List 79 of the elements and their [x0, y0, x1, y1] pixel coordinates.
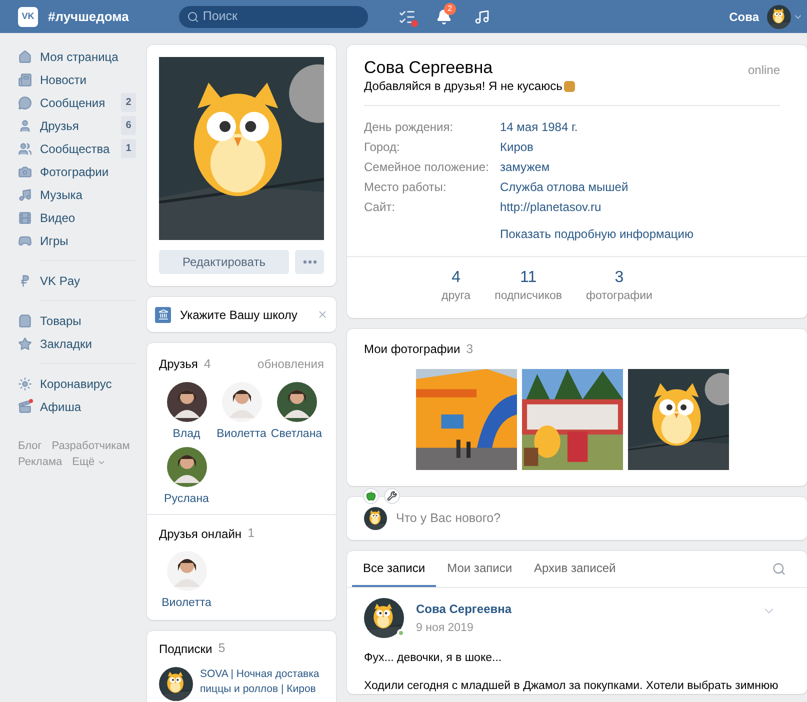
wall-tab[interactable]: Все записи: [352, 550, 436, 588]
notification-count: 2: [444, 2, 456, 14]
field-value[interactable]: Служба отлова мышей: [500, 178, 628, 196]
friend-name[interactable]: Руслана: [164, 491, 209, 508]
hashtag-link[interactable]: #лучшедома: [48, 6, 129, 26]
field-label: Место работы:: [364, 179, 448, 196]
friend-name[interactable]: Влад: [172, 426, 200, 443]
search-icon: [186, 10, 199, 22]
section-title[interactable]: Друзья онлайн: [159, 524, 242, 543]
edit-button[interactable]: Редактировать: [159, 250, 289, 274]
search-icon[interactable]: [772, 562, 786, 576]
nav-link[interactable]: Товары: [40, 312, 136, 330]
wall-tab[interactable]: Мои записи: [436, 550, 524, 588]
building-icon: [155, 306, 171, 322]
music-note-icon[interactable]: [474, 8, 490, 24]
wrench-icon[interactable]: [384, 488, 400, 504]
friends-count: 4: [204, 356, 211, 373]
status-text[interactable]: Добавляйся в друзья! Я не кусаюсь: [364, 79, 562, 94]
nav-link[interactable]: Новости: [40, 70, 136, 88]
field-label: Семейное положение:: [364, 159, 490, 176]
post-input[interactable]: Что у Вас нового?: [396, 508, 696, 528]
online-status: online: [748, 62, 780, 79]
field-value[interactable]: замужем: [500, 158, 550, 176]
logo[interactable]: VK: [18, 6, 38, 26]
field-value[interactable]: http://planetasov.ru: [500, 198, 602, 216]
section-title[interactable]: Мои фотографии: [364, 340, 460, 358]
nav-link[interactable]: Коронавирус: [40, 374, 136, 392]
search-input[interactable]: Поиск: [202, 7, 353, 26]
nav-link[interactable]: VK Pay: [40, 272, 136, 290]
nav-link[interactable]: Друзья: [40, 116, 121, 134]
nav-link[interactable]: Сообщества: [40, 140, 121, 158]
nav-link[interactable]: Закладки: [40, 334, 136, 352]
subscriptions-count: 5: [218, 640, 226, 658]
profile-name: Сова Сергеевна: [364, 58, 494, 78]
online-count: 1: [248, 525, 255, 542]
nav-link[interactable]: Афиша: [40, 398, 136, 416]
unread-count: 1: [121, 139, 136, 158]
nav-link[interactable]: Музыка: [40, 186, 136, 204]
close-icon[interactable]: [317, 309, 328, 320]
field-value[interactable]: 14 мая 1984 г.: [500, 118, 578, 136]
nav-link[interactable]: Видео: [40, 208, 136, 226]
nav-link[interactable]: Сообщения: [40, 94, 121, 112]
field-label: Город:: [364, 139, 401, 156]
counter-value: 3: [614, 269, 624, 287]
show-details-link[interactable]: Показать подробную информацию: [500, 225, 694, 243]
post-text: Фух... девочки, я в шоке...: [364, 650, 502, 666]
photos-count: 3: [466, 341, 474, 358]
user-name[interactable]: Сова: [729, 8, 759, 26]
counter-label: подписчиков: [494, 289, 562, 304]
unread-count: 6: [121, 116, 136, 135]
field-label: День рождения:: [364, 119, 454, 136]
wall-tab[interactable]: Архив записей: [523, 550, 627, 588]
counter-value: 4: [452, 269, 460, 287]
field-value[interactable]: Киров: [500, 138, 534, 156]
nav-link[interactable]: Моя страница: [40, 48, 136, 66]
section-title[interactable]: Подписки: [159, 640, 212, 658]
post-field[interactable]: Что у Вас нового?: [347, 496, 807, 540]
more-icon: [302, 260, 316, 264]
subscription-link[interactable]: SOVA | Ночная доставка пиццы и роллов | Киров: [200, 667, 330, 701]
more-button[interactable]: [295, 250, 324, 274]
post-author[interactable]: Сова Сергеевна: [416, 600, 512, 618]
section-title[interactable]: Друзья: [159, 355, 198, 374]
field-label: Сайт:: [364, 199, 396, 216]
counter-link[interactable]: 11 подписчиков: [494, 269, 562, 305]
counter-label: фотографии: [586, 289, 652, 304]
friend-name[interactable]: Виолетта: [162, 595, 212, 612]
counter-link[interactable]: 3 фотографии: [586, 269, 652, 305]
counter-link[interactable]: 4 друга: [442, 269, 471, 305]
friend-name[interactable]: Виолетта: [216, 426, 266, 443]
counter-value: 11: [520, 269, 537, 287]
friend-name[interactable]: Светлана: [270, 426, 322, 443]
apple-icon[interactable]: [363, 488, 379, 504]
search-field[interactable]: Поиск: [178, 6, 368, 28]
nav-link[interactable]: Фотографии: [40, 162, 136, 180]
school-prompt[interactable]: Укажите Вашу школу: [180, 306, 317, 324]
counter-label: друга: [442, 289, 471, 304]
unread-count: 2: [121, 93, 136, 112]
post-text: Ходили сегодня с младшей в Джамол за покупками. Хотели выбрать зимнюю: [364, 678, 778, 694]
nav-link[interactable]: Игры: [40, 232, 136, 250]
